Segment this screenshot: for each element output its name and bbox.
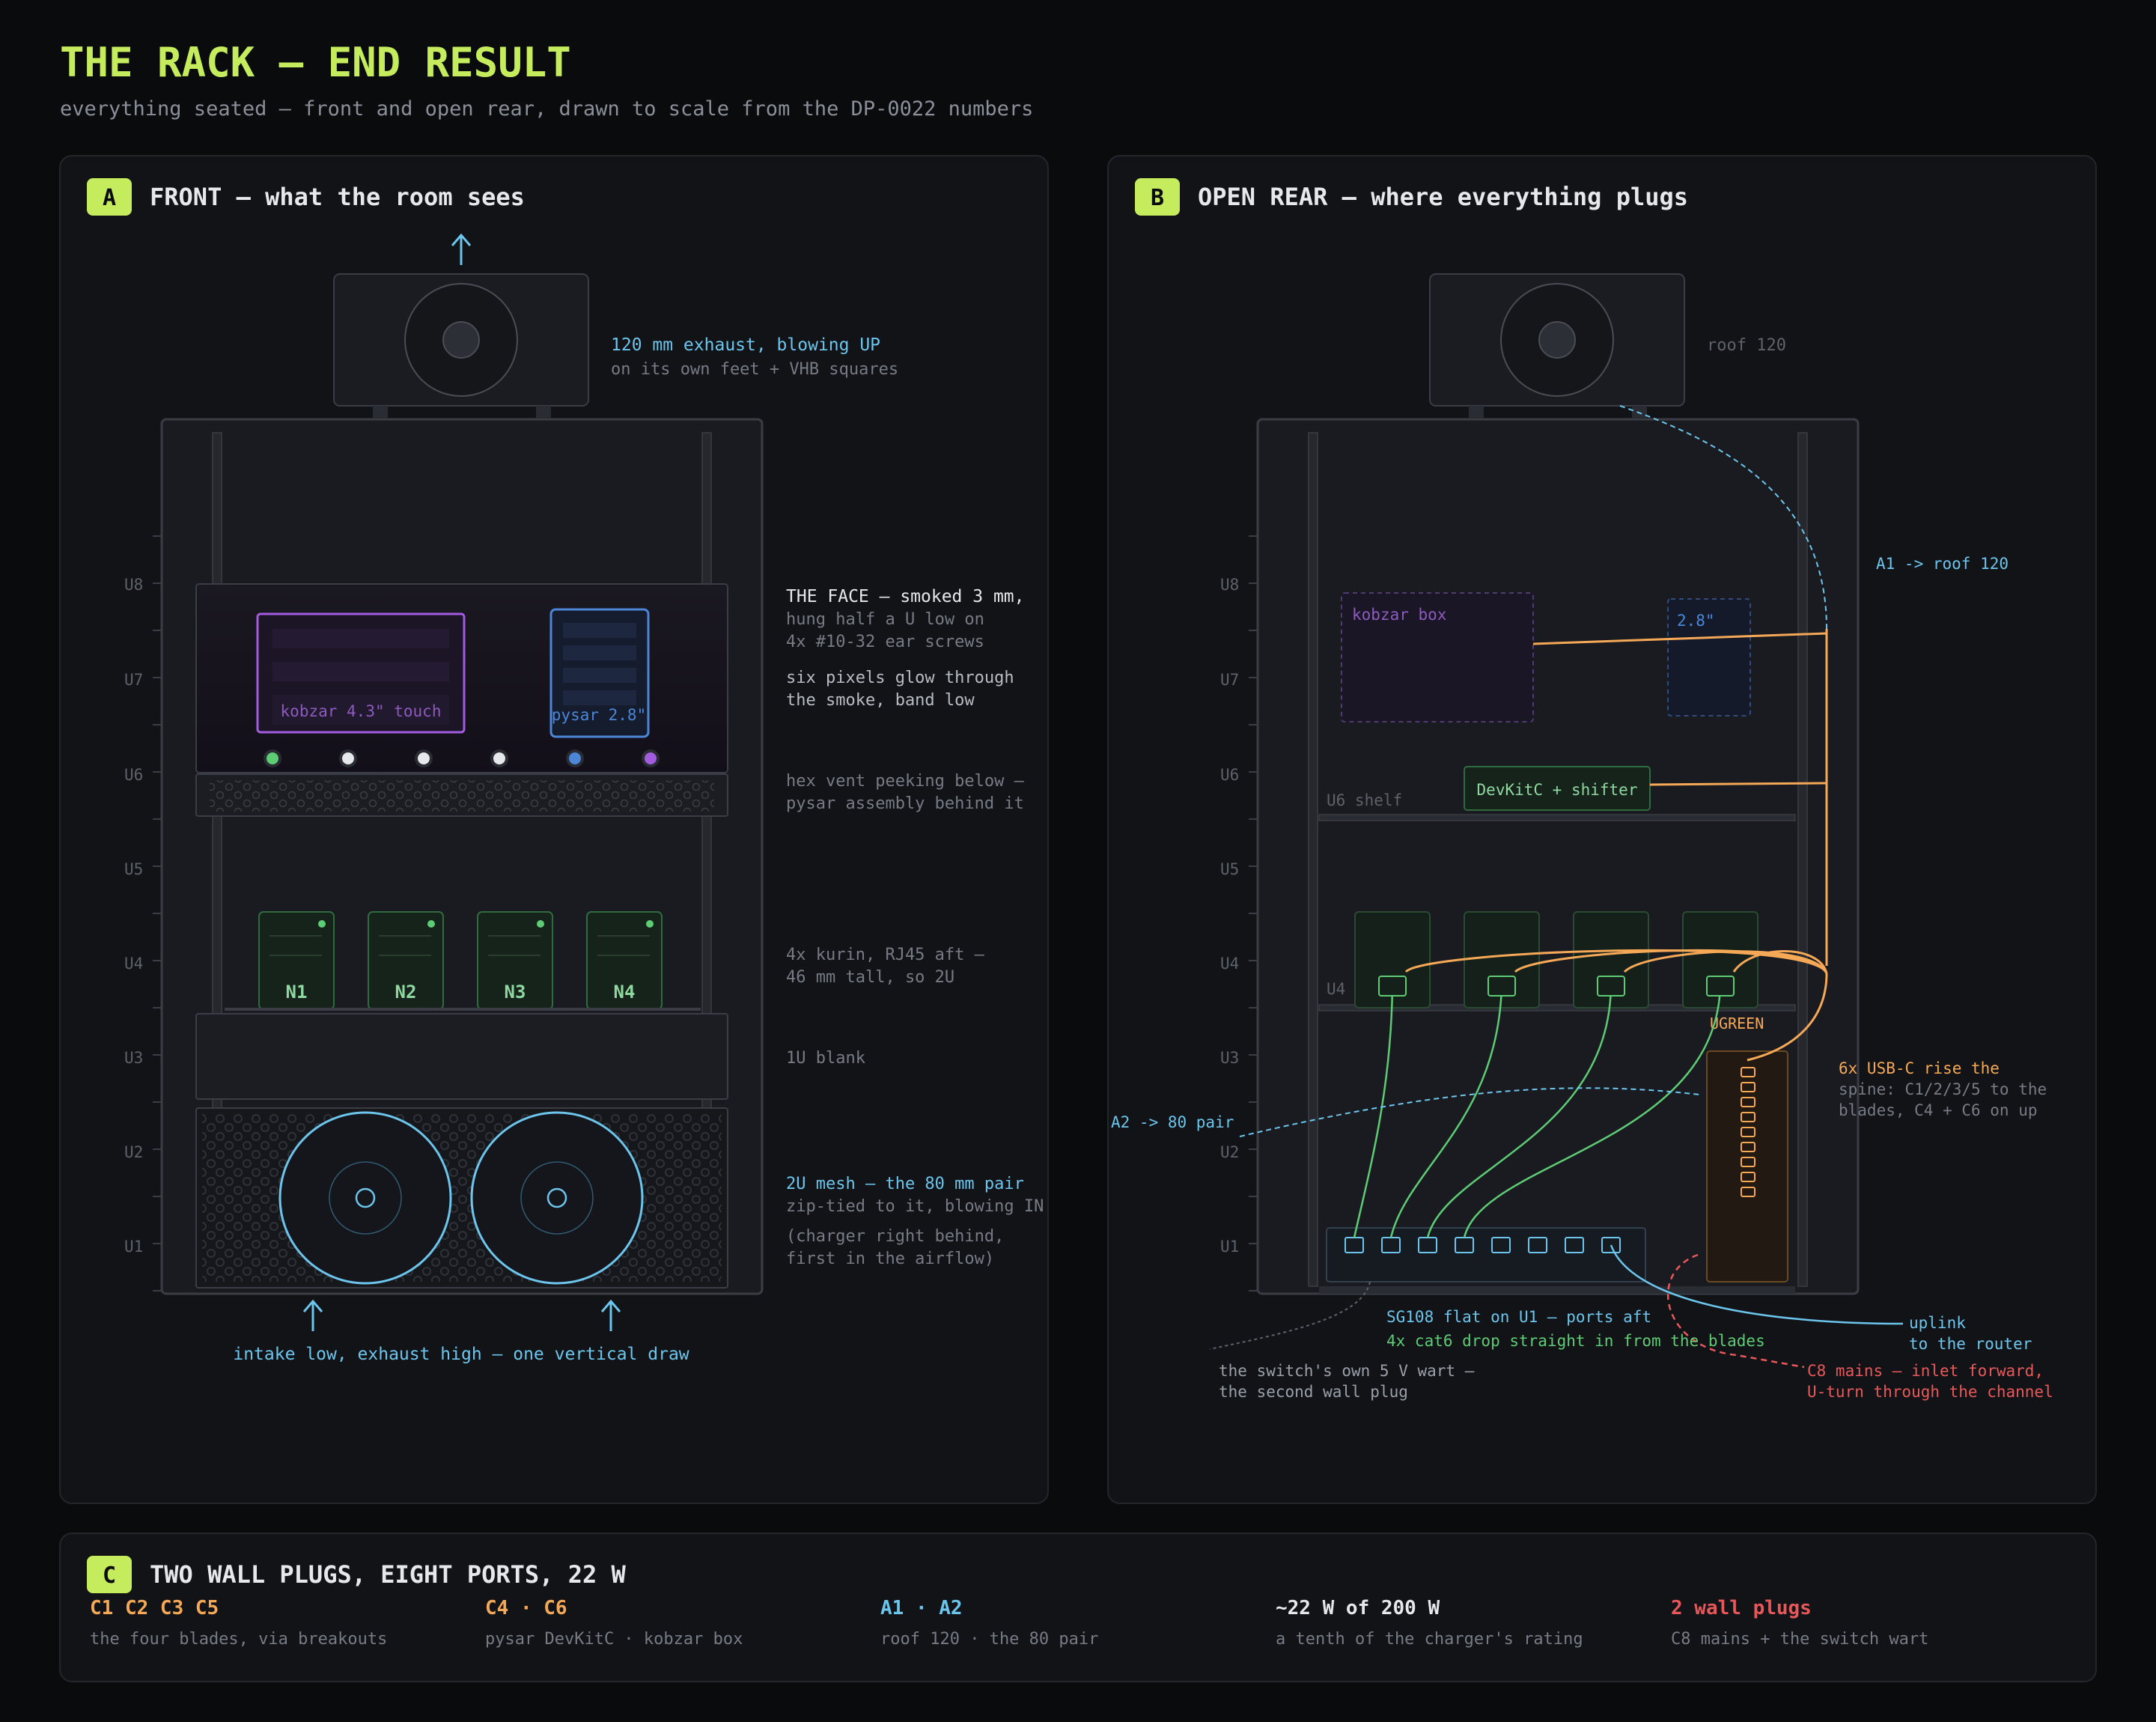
blank-label: 1U blank <box>786 1049 865 1068</box>
face-line1: hung half a U low on <box>786 610 984 629</box>
face-title: THE FACE — smoked 3 mm, <box>786 587 1025 606</box>
unit-label: U6 <box>1220 766 1239 784</box>
unit-label: U6 <box>124 766 143 784</box>
hex-vent <box>195 773 728 817</box>
hexvent-line1: hex vent peeking below — <box>786 772 1025 791</box>
unit-label: U3 <box>124 1049 143 1067</box>
pysar-screen-label: pysar 2.8" <box>552 706 646 724</box>
node-label: N4 <box>614 982 636 1003</box>
unit-label: U7 <box>1220 671 1239 689</box>
mains-line1: C8 mains — inlet forward, <box>1807 1362 2044 1380</box>
usbc-title: 6x USB-C rise the <box>1839 1059 2000 1077</box>
summary-value: A1 · A2 <box>880 1597 963 1619</box>
badge-b-label: B <box>1151 185 1164 211</box>
exhaust-title: 120 mm exhaust, blowing UP <box>611 335 880 355</box>
roof-fan-front <box>333 273 589 418</box>
intake-caption: intake low, exhaust high — one vertical … <box>233 1345 689 1364</box>
summary-desc: pysar DevKitC · kobzar box <box>485 1630 743 1649</box>
switch-sub: 4x cat6 drop straight in from the blades <box>1386 1332 1765 1350</box>
unit-label: U4 <box>1220 955 1239 973</box>
summary-value: C1 C2 C3 C5 <box>90 1597 219 1619</box>
panel-front-title: FRONT — what the room sees <box>150 183 525 211</box>
badge-a-label: A <box>103 185 116 211</box>
mains-line2: U-turn through the channel <box>1807 1383 2053 1401</box>
a1-label: A1 -> roof 120 <box>1876 555 2009 573</box>
summary-desc: roof 120 · the 80 pair <box>880 1630 1098 1649</box>
face-line2: 4x #10-32 ear screws <box>786 633 984 651</box>
node-label: N3 <box>505 982 526 1003</box>
node-label: N2 <box>395 982 417 1003</box>
ugreen-label: UGREEN <box>1710 1014 1764 1032</box>
badge-c-label: C <box>103 1563 116 1589</box>
unit-label: U3 <box>1220 1049 1239 1067</box>
summary-value: C4 · C6 <box>485 1597 567 1619</box>
unit-label: U7 <box>124 671 143 689</box>
face-glow2: the smoke, band low <box>786 691 975 710</box>
unit-label: U2 <box>124 1143 143 1161</box>
usbc-line1: spine: C1/2/3/5 to the <box>1839 1080 2047 1098</box>
mesh-title: 2U mesh — the 80 mm pair <box>786 1175 1024 1193</box>
unit-label: U5 <box>124 860 143 878</box>
kurin-line2: 46 mm tall, so 2U <box>786 968 954 987</box>
roof-label: roof 120 <box>1707 336 1786 355</box>
intake-fan-right <box>470 1111 644 1285</box>
pysar-box-label: 2.8" <box>1677 612 1715 630</box>
kurin-line1: 4x kurin, RJ45 aft — <box>786 946 985 964</box>
unit-label: U4 <box>124 955 143 973</box>
summary-desc: the four blades, via breakouts <box>90 1630 387 1649</box>
mesh-panel <box>195 1107 728 1289</box>
a2-label: A2 -> 80 pair <box>1111 1113 1234 1131</box>
unit-label: U8 <box>124 576 143 594</box>
panel-rear-title: OPEN REAR — where everything plugs <box>1198 183 1688 211</box>
blank-panel <box>195 1013 728 1100</box>
kobzar-box-label: kobzar box <box>1352 606 1446 624</box>
uplink-line2: to the router <box>1909 1335 2032 1353</box>
switch-title: SG108 flat on U1 — ports aft <box>1386 1308 1651 1326</box>
kobzar-screen-label: kobzar 4.3" touch <box>281 702 442 720</box>
unit-label: U1 <box>124 1238 143 1256</box>
devkit-label: DevKitC + shifter <box>1477 781 1638 799</box>
u4-label: U4 <box>1327 980 1345 998</box>
diagram-canvas: THE RACK — END RESULT everything seated … <box>59 39 2097 1682</box>
mesh-sub: zip-tied to it, blowing IN <box>786 1197 1044 1216</box>
summary-title: TWO WALL PLUGS, EIGHT PORTS, 22 W <box>150 1560 627 1589</box>
u6-shelf-label: U6 shelf <box>1327 791 1402 809</box>
wart-line1: the switch's own 5 V wart — <box>1219 1362 1475 1380</box>
page-subtitle: everything seated — front and open rear,… <box>60 97 1033 121</box>
u6-shelf <box>1318 814 1796 821</box>
unit-label: U2 <box>1220 1143 1239 1161</box>
wart-line2: the second wall plug <box>1219 1383 1408 1401</box>
unit-label: U1 <box>1220 1238 1239 1256</box>
unit-label: U5 <box>1220 860 1239 878</box>
exhaust-sub: on its own feet + VHB squares <box>611 360 898 379</box>
summary-value: 2 wall plugs <box>1671 1597 1812 1619</box>
page-title: THE RACK — END RESULT <box>60 39 571 86</box>
ugreen-charger <box>1706 1050 1788 1283</box>
face-glow1: six pixels glow through <box>786 669 1014 687</box>
unit-label: U8 <box>1220 576 1239 594</box>
summary-value: ~22 W of 200 W <box>1276 1597 1440 1619</box>
hexvent-line2: pysar assembly behind it <box>786 794 1024 813</box>
summary-desc: a tenth of the charger's rating <box>1276 1630 1583 1649</box>
uplink-line1: uplink <box>1909 1314 1966 1332</box>
mesh-note1: (charger right behind, <box>786 1227 1004 1246</box>
smoked-face-panel <box>195 583 728 773</box>
usbc-line2: blades, C4 + C6 on up <box>1839 1101 2038 1119</box>
mesh-note2: first in the airflow) <box>786 1250 994 1268</box>
intake-fan-left <box>278 1111 452 1285</box>
node-label: N1 <box>286 982 308 1003</box>
roof-fan-rear <box>1429 273 1685 418</box>
summary-desc: C8 mains + the switch wart <box>1671 1630 1928 1649</box>
